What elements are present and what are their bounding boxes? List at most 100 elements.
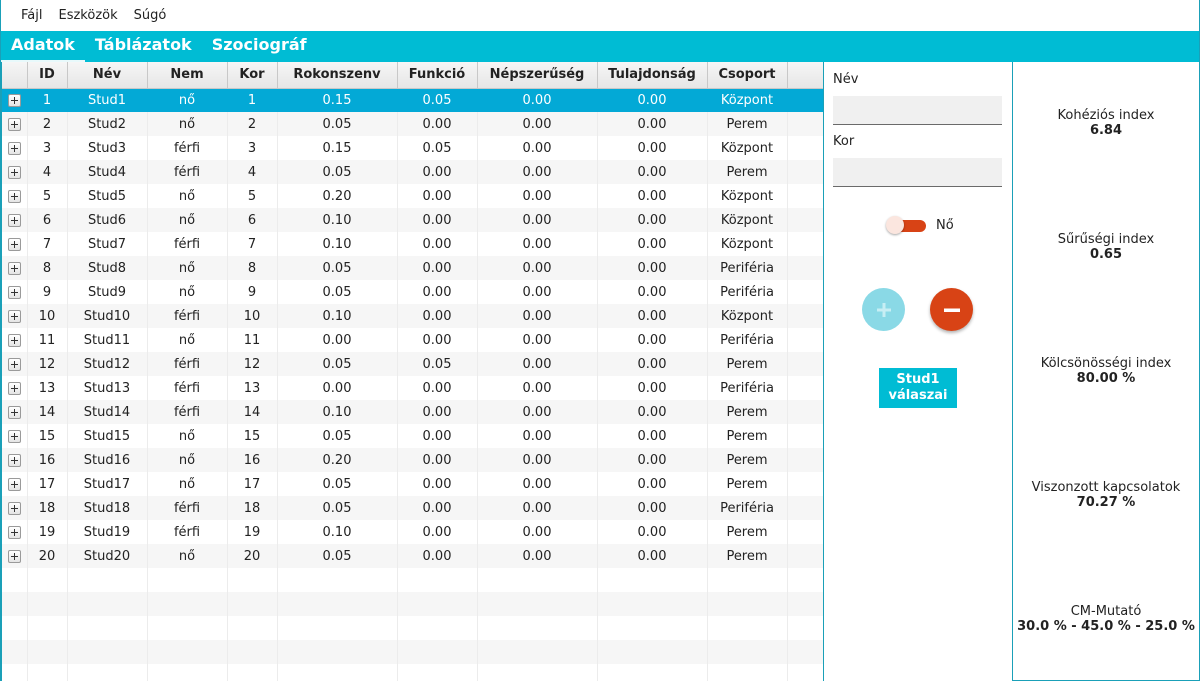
table-row[interactable]: 20 Stud20 nő 20 0.05 0.00 0.00 0.00 Perem xyxy=(2,544,823,568)
table-row[interactable]: 13 Stud13 férfi 13 0.00 0.00 0.00 0.00 Periféria xyxy=(2,376,823,400)
expand-icon[interactable] xyxy=(7,237,21,251)
col-header-group[interactable]: Csoport xyxy=(707,62,788,89)
age-input[interactable] xyxy=(833,158,1002,187)
cell-sympathy: 0.10 xyxy=(277,520,398,544)
cell-popularity: 0.00 xyxy=(477,304,598,328)
table-row[interactable]: 19 Stud19 férfi 19 0.10 0.00 0.00 0.00 Perem xyxy=(2,520,823,544)
cell-group: Periféria xyxy=(707,256,788,280)
row-expander-cell xyxy=(2,280,28,304)
name-input[interactable] xyxy=(833,96,1002,125)
expand-icon[interactable] xyxy=(7,285,21,299)
cell-sympathy: 0.05 xyxy=(277,256,398,280)
student-answers-button[interactable]: Stud1 válaszai xyxy=(879,368,957,408)
table-row[interactable]: 6 Stud6 nő 6 0.10 0.00 0.00 0.00 Központ xyxy=(2,208,823,232)
cell-name: Stud4 xyxy=(67,160,148,184)
expand-icon[interactable] xyxy=(7,429,21,443)
tab-sociograph[interactable]: Szociográf xyxy=(202,31,317,62)
table-row[interactable]: 10 Stud10 férfi 10 0.10 0.00 0.00 0.00 Központ xyxy=(2,304,823,328)
expand-icon[interactable] xyxy=(7,477,21,491)
expand-icon[interactable] xyxy=(7,309,21,323)
table-row[interactable]: 1 Stud1 nő 1 0.15 0.05 0.00 0.00 Központ xyxy=(2,88,823,112)
row-expander-cell xyxy=(2,208,28,232)
cell-gender: nő xyxy=(147,256,228,280)
expand-icon[interactable] xyxy=(7,261,21,275)
cell-gender: nő xyxy=(147,424,228,448)
expand-icon[interactable] xyxy=(7,405,21,419)
empty-cell xyxy=(597,664,708,681)
empty-cell xyxy=(2,592,28,616)
expand-icon[interactable] xyxy=(7,381,21,395)
row-expander-cell xyxy=(2,520,28,544)
col-header-popularity[interactable]: Népszerűség xyxy=(477,62,598,89)
cell-age: 9 xyxy=(227,280,278,304)
table-row[interactable]: 11 Stud11 nő 11 0.00 0.00 0.00 0.00 Periféria xyxy=(2,328,823,352)
col-header-name[interactable]: Név xyxy=(67,62,148,89)
table-row[interactable]: 14 Stud14 férfi 14 0.10 0.00 0.00 0.00 Perem xyxy=(2,400,823,424)
cell-id: 13 xyxy=(27,376,68,400)
cell-function: 0.00 xyxy=(397,208,478,232)
cell-age: 7 xyxy=(227,232,278,256)
row-expander-cell xyxy=(2,400,28,424)
col-header-gender[interactable]: Nem xyxy=(147,62,228,89)
table-row[interactable]: 15 Stud15 nő 15 0.05 0.00 0.00 0.00 Perem xyxy=(2,424,823,448)
expand-icon[interactable] xyxy=(7,117,21,131)
col-header-property[interactable]: Tulajdonság xyxy=(597,62,708,89)
col-header-sympathy[interactable]: Rokonszenv xyxy=(277,62,398,89)
expand-icon[interactable] xyxy=(7,213,21,227)
expand-icon[interactable] xyxy=(7,357,21,371)
cell-name: Stud11 xyxy=(67,328,148,352)
cell-gender: nő xyxy=(147,544,228,568)
tab-tables[interactable]: Táblázatok xyxy=(85,31,202,62)
table-row[interactable]: 4 Stud4 férfi 4 0.05 0.00 0.00 0.00 Perem xyxy=(2,160,823,184)
table-row[interactable]: 12 Stud12 férfi 12 0.05 0.05 0.00 0.00 Perem xyxy=(2,352,823,376)
remove-student-button[interactable] xyxy=(930,288,973,331)
table-row[interactable]: 17 Stud17 nő 17 0.05 0.00 0.00 0.00 Perem xyxy=(2,472,823,496)
expand-icon[interactable] xyxy=(7,525,21,539)
expand-icon[interactable] xyxy=(7,93,21,107)
expand-icon[interactable] xyxy=(7,549,21,563)
empty-table-row xyxy=(2,640,823,664)
cell-property: 0.00 xyxy=(597,112,708,136)
expand-icon[interactable] xyxy=(7,165,21,179)
menu-tools[interactable]: Eszközök xyxy=(50,8,125,23)
cell-function: 0.00 xyxy=(397,112,478,136)
table-row[interactable]: 8 Stud8 nő 8 0.05 0.00 0.00 0.00 Periféria xyxy=(2,256,823,280)
empty-cell xyxy=(227,568,278,592)
table-row[interactable]: 16 Stud16 nő 16 0.20 0.00 0.00 0.00 Perem xyxy=(2,448,823,472)
tab-data[interactable]: Adatok xyxy=(1,31,85,62)
cell-age: 14 xyxy=(227,400,278,424)
table-row[interactable]: 2 Stud2 nő 2 0.05 0.00 0.00 0.00 Perem xyxy=(2,112,823,136)
toggle-knob xyxy=(886,216,904,234)
table-row[interactable]: 5 Stud5 nő 5 0.20 0.00 0.00 0.00 Központ xyxy=(2,184,823,208)
cell-sympathy: 0.20 xyxy=(277,184,398,208)
expand-icon[interactable] xyxy=(7,501,21,515)
cell-property: 0.00 xyxy=(597,136,708,160)
expand-icon[interactable] xyxy=(7,453,21,467)
cell-age: 19 xyxy=(227,520,278,544)
col-header-function[interactable]: Funkció xyxy=(397,62,478,89)
cell-age: 2 xyxy=(227,112,278,136)
menu-help[interactable]: Súgó xyxy=(126,8,175,23)
col-header-id[interactable]: ID xyxy=(27,62,68,89)
expand-icon[interactable] xyxy=(7,141,21,155)
stat-cm: CM-Mutató 30.0 % - 45.0 % - 25.0 % xyxy=(1013,604,1199,634)
table-row[interactable]: 3 Stud3 férfi 3 0.15 0.05 0.00 0.00 Központ xyxy=(2,136,823,160)
cell-popularity: 0.00 xyxy=(477,136,598,160)
col-expander-header xyxy=(2,62,28,89)
table-row[interactable]: 18 Stud18 férfi 18 0.05 0.00 0.00 0.00 Periféria xyxy=(2,496,823,520)
row-expander-cell xyxy=(2,448,28,472)
cell-id: 11 xyxy=(27,328,68,352)
col-header-age[interactable]: Kor xyxy=(227,62,278,89)
menu-file[interactable]: Fájl xyxy=(13,8,50,23)
expand-icon[interactable] xyxy=(7,189,21,203)
gender-toggle[interactable] xyxy=(886,216,926,234)
student-form-pane: Név Kor Nő Stud1 válaszai xyxy=(824,62,1013,681)
table-row[interactable]: 7 Stud7 férfi 7 0.10 0.00 0.00 0.00 Központ xyxy=(2,232,823,256)
expand-icon[interactable] xyxy=(7,333,21,347)
row-expander-cell xyxy=(2,544,28,568)
empty-cell xyxy=(597,568,708,592)
row-expander-cell xyxy=(2,184,28,208)
table-row[interactable]: 9 Stud9 nő 9 0.05 0.00 0.00 0.00 Periféria xyxy=(2,280,823,304)
row-expander-cell xyxy=(2,376,28,400)
add-student-button[interactable] xyxy=(862,288,905,331)
